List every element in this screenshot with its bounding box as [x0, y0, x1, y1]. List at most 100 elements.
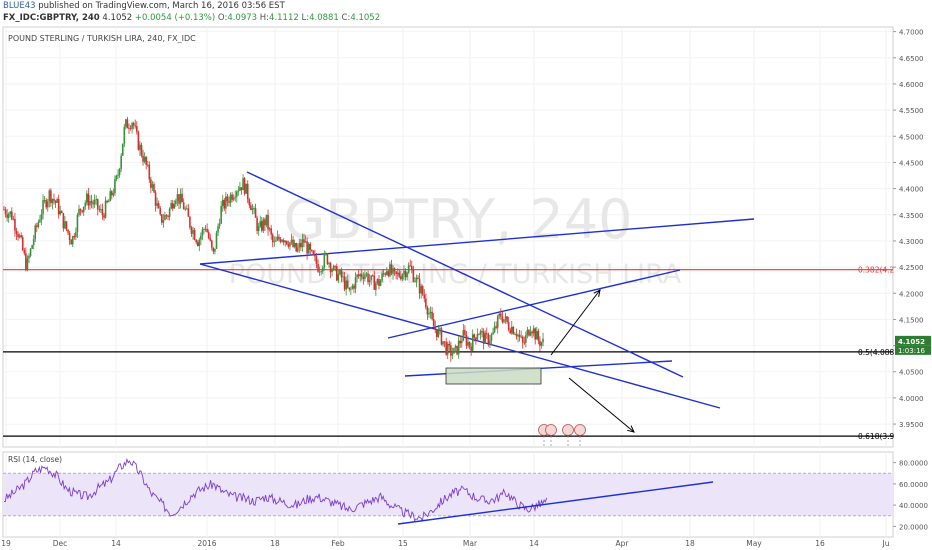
candle-body [464, 329, 466, 335]
candle-body [512, 326, 515, 335]
candle-body [260, 221, 263, 231]
candle-body [454, 345, 457, 348]
candle-body [239, 187, 241, 191]
candle-body [514, 333, 516, 335]
candle-body [367, 273, 369, 283]
candle-body [343, 276, 346, 290]
candle-body [140, 144, 143, 156]
candle-body [54, 200, 57, 203]
candle-body [489, 340, 491, 344]
candle-body [404, 270, 407, 278]
candle-body [539, 340, 541, 346]
candle-body [406, 272, 408, 278]
candle-body [70, 239, 72, 245]
candle-body [289, 242, 291, 247]
candle-body [73, 236, 76, 238]
candle-body [84, 202, 87, 207]
candle-body [525, 335, 527, 343]
candle-body [7, 214, 10, 218]
candle-body [103, 215, 105, 218]
price-tick-label: 4.5000 [899, 133, 924, 141]
candle-body [420, 286, 422, 294]
candle-body [431, 311, 433, 320]
candle-body [471, 334, 474, 351]
event-marker [574, 424, 586, 436]
candle-body [418, 278, 421, 294]
price-tick-label: 3.9500 [899, 421, 924, 429]
candle-body [143, 156, 146, 162]
candle-body [190, 227, 193, 234]
candle-body [45, 200, 47, 208]
candle-body [64, 221, 66, 229]
candle-body [195, 239, 197, 243]
candle-body [193, 230, 196, 240]
candle-body [56, 199, 58, 203]
candle-body [204, 228, 207, 230]
time-tick-label: 14 [529, 539, 539, 548]
candle-body [456, 345, 458, 355]
candle-body [323, 253, 326, 268]
candle-body [329, 263, 332, 273]
candle-body [337, 274, 340, 281]
candle-body [46, 201, 49, 208]
candle-body [250, 205, 252, 210]
candle-body [131, 123, 133, 129]
rsi-band [3, 473, 893, 516]
candle-body [534, 328, 537, 340]
candle-body [385, 271, 388, 275]
candle-body [168, 208, 171, 217]
candle-body [501, 316, 504, 323]
candle-body [303, 239, 305, 243]
price-chart[interactable]: GBPTRY, 240 POUND STERLING / TURKISH LIR… [0, 0, 932, 550]
candle-body [296, 247, 299, 252]
current-price-text: 4.1052 [898, 338, 925, 346]
candle-body [142, 155, 144, 162]
candle-body [159, 208, 162, 215]
candle-body [192, 230, 194, 234]
candle-body [121, 143, 124, 156]
candle-body [364, 274, 366, 279]
candle-body [360, 274, 363, 278]
candle-body [214, 248, 216, 252]
candle-body [414, 281, 416, 283]
candle-body [51, 198, 54, 204]
candle-body [189, 216, 191, 228]
candle-body [207, 232, 210, 239]
candle-body [242, 178, 244, 191]
candle-body [468, 341, 471, 347]
candle-body [481, 331, 483, 332]
candle-body [310, 249, 313, 251]
candle-body [475, 337, 477, 340]
candle-body [165, 215, 168, 217]
time-tick-label: Mar [463, 539, 478, 548]
candle-body [100, 209, 102, 210]
candle-body [264, 219, 266, 226]
candle-body [325, 253, 327, 255]
candle-body [118, 168, 121, 175]
candle-body [25, 253, 27, 270]
fib-levels: 0.382(4.2 0.5(4.088 0.618(3.9 [3, 266, 895, 441]
candle-body [92, 202, 94, 205]
candle-body [542, 338, 544, 343]
candle-body [479, 331, 482, 335]
candle-body [176, 194, 179, 201]
candle-body [76, 215, 79, 233]
candle-body [287, 244, 290, 247]
candle-body [285, 240, 288, 245]
candle-body [342, 276, 344, 278]
candle-body [278, 236, 280, 240]
candle-body [389, 264, 391, 276]
candle-body [40, 213, 43, 220]
candle-body [228, 201, 230, 203]
candle-body [382, 273, 385, 275]
candle-body [428, 313, 430, 315]
candle-body [53, 198, 55, 201]
candle-body [182, 202, 185, 210]
candle-body [217, 226, 219, 233]
candle-body [126, 119, 129, 129]
price-tick-label: 4.4000 [899, 186, 924, 194]
candle-body [357, 274, 360, 277]
candle-body [42, 200, 44, 214]
candle-body [90, 200, 93, 203]
time-tick-label: Apr [616, 539, 630, 548]
